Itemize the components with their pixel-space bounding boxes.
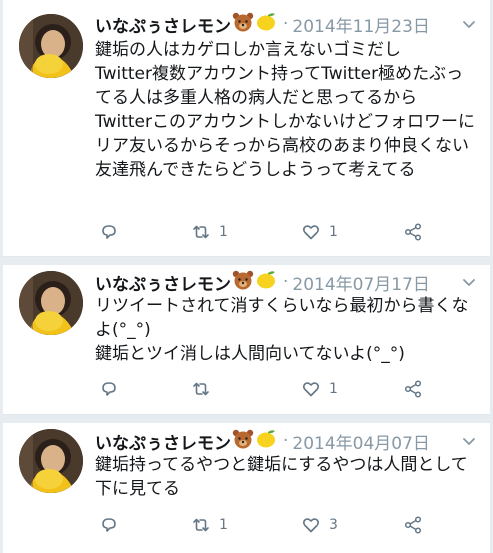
tweet-header: いなぷぅさレモン · 2014年07月17日 <box>95 270 480 295</box>
share-icon <box>404 380 422 398</box>
avatar[interactable] <box>19 429 83 493</box>
tweet-date[interactable]: 2014年04月07日 <box>292 429 430 454</box>
share-icon <box>404 223 422 241</box>
lemon-icon <box>255 270 277 294</box>
retweet-count: 1 <box>219 224 228 240</box>
heart-icon <box>302 382 320 397</box>
share-icon <box>404 516 422 534</box>
avatar-image <box>19 429 83 493</box>
like-button[interactable]: 1 <box>301 379 338 399</box>
separator: · <box>283 431 289 451</box>
reply-button[interactable] <box>99 379 119 399</box>
share-button[interactable] <box>403 515 423 535</box>
tweet-date[interactable]: 2014年07月17日 <box>292 270 430 295</box>
tweet-actions: 1 <box>95 379 425 399</box>
reply-icon <box>102 382 116 396</box>
avatar-image <box>19 14 83 78</box>
retweet-button[interactable]: 1 <box>191 222 228 242</box>
display-name[interactable]: いなぷぅさレモン <box>95 270 231 295</box>
tweet-text: 鍵垢持ってるやつと鍵垢にするやつは人間として下に見てる <box>95 455 468 499</box>
display-name[interactable]: いなぷぅさレモン <box>95 429 231 454</box>
chevron-down-icon[interactable] <box>460 273 478 291</box>
avatar[interactable] <box>19 14 83 78</box>
share-button[interactable] <box>403 379 423 399</box>
lemon-icon <box>255 12 277 36</box>
tweet-date[interactable]: 2014年11月23日 <box>292 12 430 37</box>
tweet-actions: 1 1 <box>95 222 425 242</box>
tweet-separator <box>3 415 490 423</box>
tweet-actions: 1 3 <box>95 515 425 535</box>
retweet-icon <box>193 225 209 239</box>
heart-icon <box>302 225 320 240</box>
separator: · <box>283 272 289 292</box>
heart-icon <box>302 518 320 533</box>
bear-face-icon <box>232 270 254 294</box>
avatar-image <box>19 271 83 335</box>
tweet-text: 鍵垢の人はカゲロしか言えないゴミだし Twitter複数アカウント持ってTwit… <box>95 40 475 180</box>
retweet-icon <box>193 382 209 396</box>
separator: · <box>283 14 289 34</box>
bear-face-icon <box>232 12 254 36</box>
like-count: 3 <box>329 517 338 533</box>
avatar[interactable] <box>19 271 83 335</box>
bear-face-icon <box>232 429 254 453</box>
lemon-icon <box>255 429 277 453</box>
tweet[interactable]: いなぷぅさレモン · 2014年11月23日 鍵垢の人はカゲロしか言えないゴミだ… <box>3 0 490 257</box>
tweet-header: いなぷぅさレモン · 2014年04月07日 <box>95 429 480 454</box>
like-count: 1 <box>329 381 338 397</box>
timeline: いなぷぅさレモン · 2014年11月23日 鍵垢の人はカゲロしか言えないゴミだ… <box>3 0 490 553</box>
retweet-button[interactable] <box>191 379 219 399</box>
reply-button[interactable] <box>99 222 119 242</box>
chevron-down-icon[interactable] <box>460 15 478 33</box>
display-name[interactable]: いなぷぅさレモン <box>95 12 231 37</box>
like-button[interactable]: 3 <box>301 515 338 535</box>
share-button[interactable] <box>403 222 423 242</box>
like-count: 1 <box>329 224 338 240</box>
retweet-button[interactable]: 1 <box>191 515 228 535</box>
retweet-count: 1 <box>219 517 228 533</box>
reply-button[interactable] <box>99 515 119 535</box>
tweet-text: リツイートされて消すくらいなら最初から書くなよ(°_°) 鍵垢とツイ消しは人間向… <box>95 296 469 364</box>
chevron-down-icon[interactable] <box>460 432 478 450</box>
reply-icon <box>102 518 116 532</box>
tweet-separator <box>3 257 490 265</box>
reply-icon <box>102 225 116 239</box>
like-button[interactable]: 1 <box>301 222 338 242</box>
tweet[interactable]: いなぷぅさレモン · 2014年04月07日 鍵垢持ってるやつと鍵垢にするやつは… <box>3 423 490 553</box>
tweet-header: いなぷぅさレモン · 2014年11月23日 <box>95 12 480 37</box>
retweet-icon <box>193 518 209 532</box>
tweet[interactable]: いなぷぅさレモン · 2014年07月17日 リツイートされて消すくらいなら最初… <box>3 265 490 415</box>
